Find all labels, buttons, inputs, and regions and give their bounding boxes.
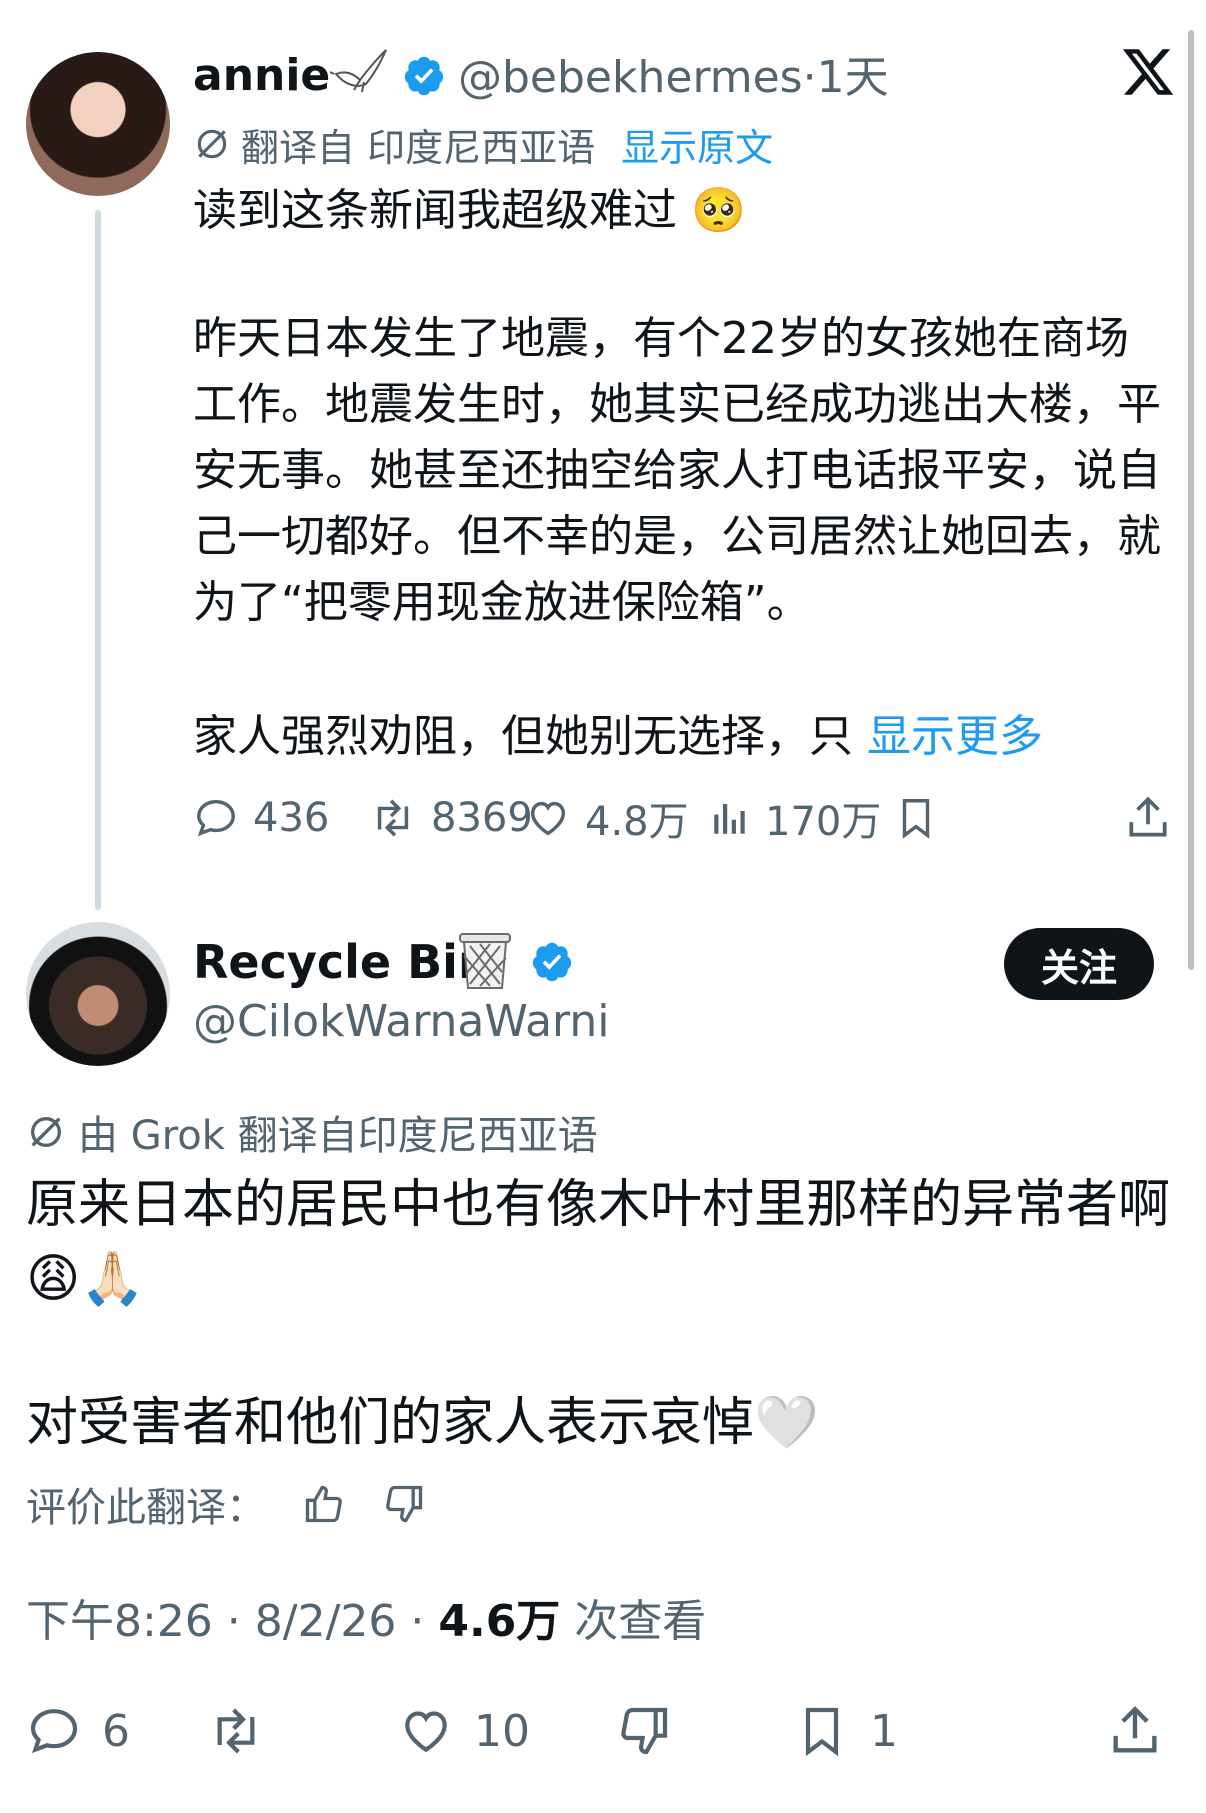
views-action[interactable]: 170万 — [709, 788, 881, 848]
thumbs-down-icon — [616, 1703, 672, 1759]
views-label: 次查看 — [560, 1596, 707, 1647]
reply-text-line: 原来日本的居民中也有像木叶村里那样的异常者啊😩🙏🏻 — [26, 1175, 1171, 1309]
heart-icon — [398, 1703, 454, 1759]
thread-line — [95, 210, 101, 910]
rate-translation-label: 评价此翻译： — [26, 1485, 266, 1531]
like-count: 4.8万 — [585, 799, 689, 845]
reply-actions: 6 10 1 — [26, 1696, 1176, 1766]
tweet-meta: 下午8:26 · 8/2/26 · 4.6万 次查看 — [26, 1592, 706, 1652]
reply-count: 436 — [253, 795, 330, 841]
verified-badge-icon — [402, 54, 446, 98]
share-icon — [1123, 793, 1173, 843]
views-chart-icon — [709, 795, 751, 841]
reply-action[interactable]: 436 — [193, 788, 329, 848]
tweet-actions: 436 8369 4.8万 170万 — [193, 788, 1178, 848]
verified-badge-icon — [530, 940, 574, 984]
grok-translation-notice: 由 Grok 翻译自印度尼西亚语 — [26, 1104, 598, 1160]
author-name[interactable]: annie — [193, 48, 330, 104]
repost-icon — [369, 795, 417, 841]
translate-icon — [26, 1112, 66, 1152]
like-count: 10 — [474, 1705, 530, 1757]
author-handle[interactable]: @bebekhermes — [458, 52, 803, 103]
author-handle-and-time[interactable]: @bebekhermes·1天 — [458, 50, 889, 106]
translated-from-label: 翻译自 印度尼西亚语 — [241, 125, 596, 170]
views-total: 4.6万 — [438, 1596, 561, 1647]
translate-icon — [193, 125, 231, 163]
repost-icon — [206, 1703, 266, 1759]
avatar[interactable] — [26, 52, 170, 196]
thumbs-up-icon[interactable] — [302, 1482, 346, 1526]
x-logo-icon — [1120, 44, 1176, 100]
repost-action[interactable]: 8369 — [369, 788, 533, 848]
share-icon — [1106, 1702, 1164, 1760]
show-more-link[interactable]: 显示更多 — [867, 711, 1043, 762]
bookmark-action[interactable] — [893, 788, 939, 848]
bookmark-icon — [794, 1703, 850, 1759]
avatar[interactable] — [26, 922, 170, 1066]
bookmark-count: 1 — [870, 1705, 898, 1757]
reply-text-line: 对受害者和他们的家人表示哀悼🤍 — [26, 1393, 819, 1453]
reply-author-name[interactable]: Recycle Bin — [193, 932, 491, 992]
translation-notice: 翻译自 印度尼西亚语 显示原文 — [193, 120, 773, 170]
bookmark-action[interactable]: 1 — [794, 1696, 898, 1766]
wastebasket-icon — [456, 930, 514, 992]
heart-icon — [525, 795, 571, 841]
like-action[interactable]: 10 — [398, 1696, 530, 1766]
views-count: 170万 — [765, 799, 882, 845]
follow-button[interactable]: 关注 — [1004, 928, 1154, 1000]
tweet-timestamp[interactable]: 下午8:26 · 8/2/26 · — [26, 1596, 438, 1647]
tweet-time[interactable]: ·1天 — [803, 52, 889, 103]
show-original-link[interactable]: 显示原文 — [621, 117, 773, 172]
tweet-text-truncated: 家人强烈劝阻，但她别无选择，只 显示更多 — [193, 704, 1168, 770]
tweet-text-paragraph: 昨天日本发生了地震，有个22岁的女孩她在商场工作。地震发生时，她其实已经成功逃出… — [193, 313, 1161, 628]
bird-icon — [330, 44, 392, 94]
like-action[interactable]: 4.8万 — [525, 788, 689, 848]
tweet-text-tail: 家人强烈劝阻，但她别无选择，只 — [193, 711, 853, 762]
translated-by-label: 由 Grok 翻译自印度尼西亚语 — [78, 1113, 598, 1159]
reply-count: 6 — [102, 1705, 130, 1757]
rate-translation-row: 评价此翻译： — [26, 1476, 426, 1532]
scrollbar[interactable] — [1188, 30, 1194, 970]
share-action[interactable] — [1106, 1696, 1164, 1766]
reply-icon — [193, 795, 239, 841]
share-action[interactable] — [1123, 788, 1173, 848]
downvote-action[interactable] — [616, 1696, 672, 1766]
thumbs-down-icon[interactable] — [382, 1482, 426, 1526]
bookmark-icon — [893, 795, 939, 841]
repost-action[interactable] — [206, 1696, 266, 1766]
tweet-text-line: 读到这条新闻我超级难过 🥺 — [193, 185, 746, 236]
reply-author-handle[interactable]: @CilokWarnaWarni — [193, 994, 609, 1050]
reply-icon — [26, 1703, 82, 1759]
repost-count: 8369 — [431, 795, 533, 841]
reply-action[interactable]: 6 — [26, 1696, 130, 1766]
